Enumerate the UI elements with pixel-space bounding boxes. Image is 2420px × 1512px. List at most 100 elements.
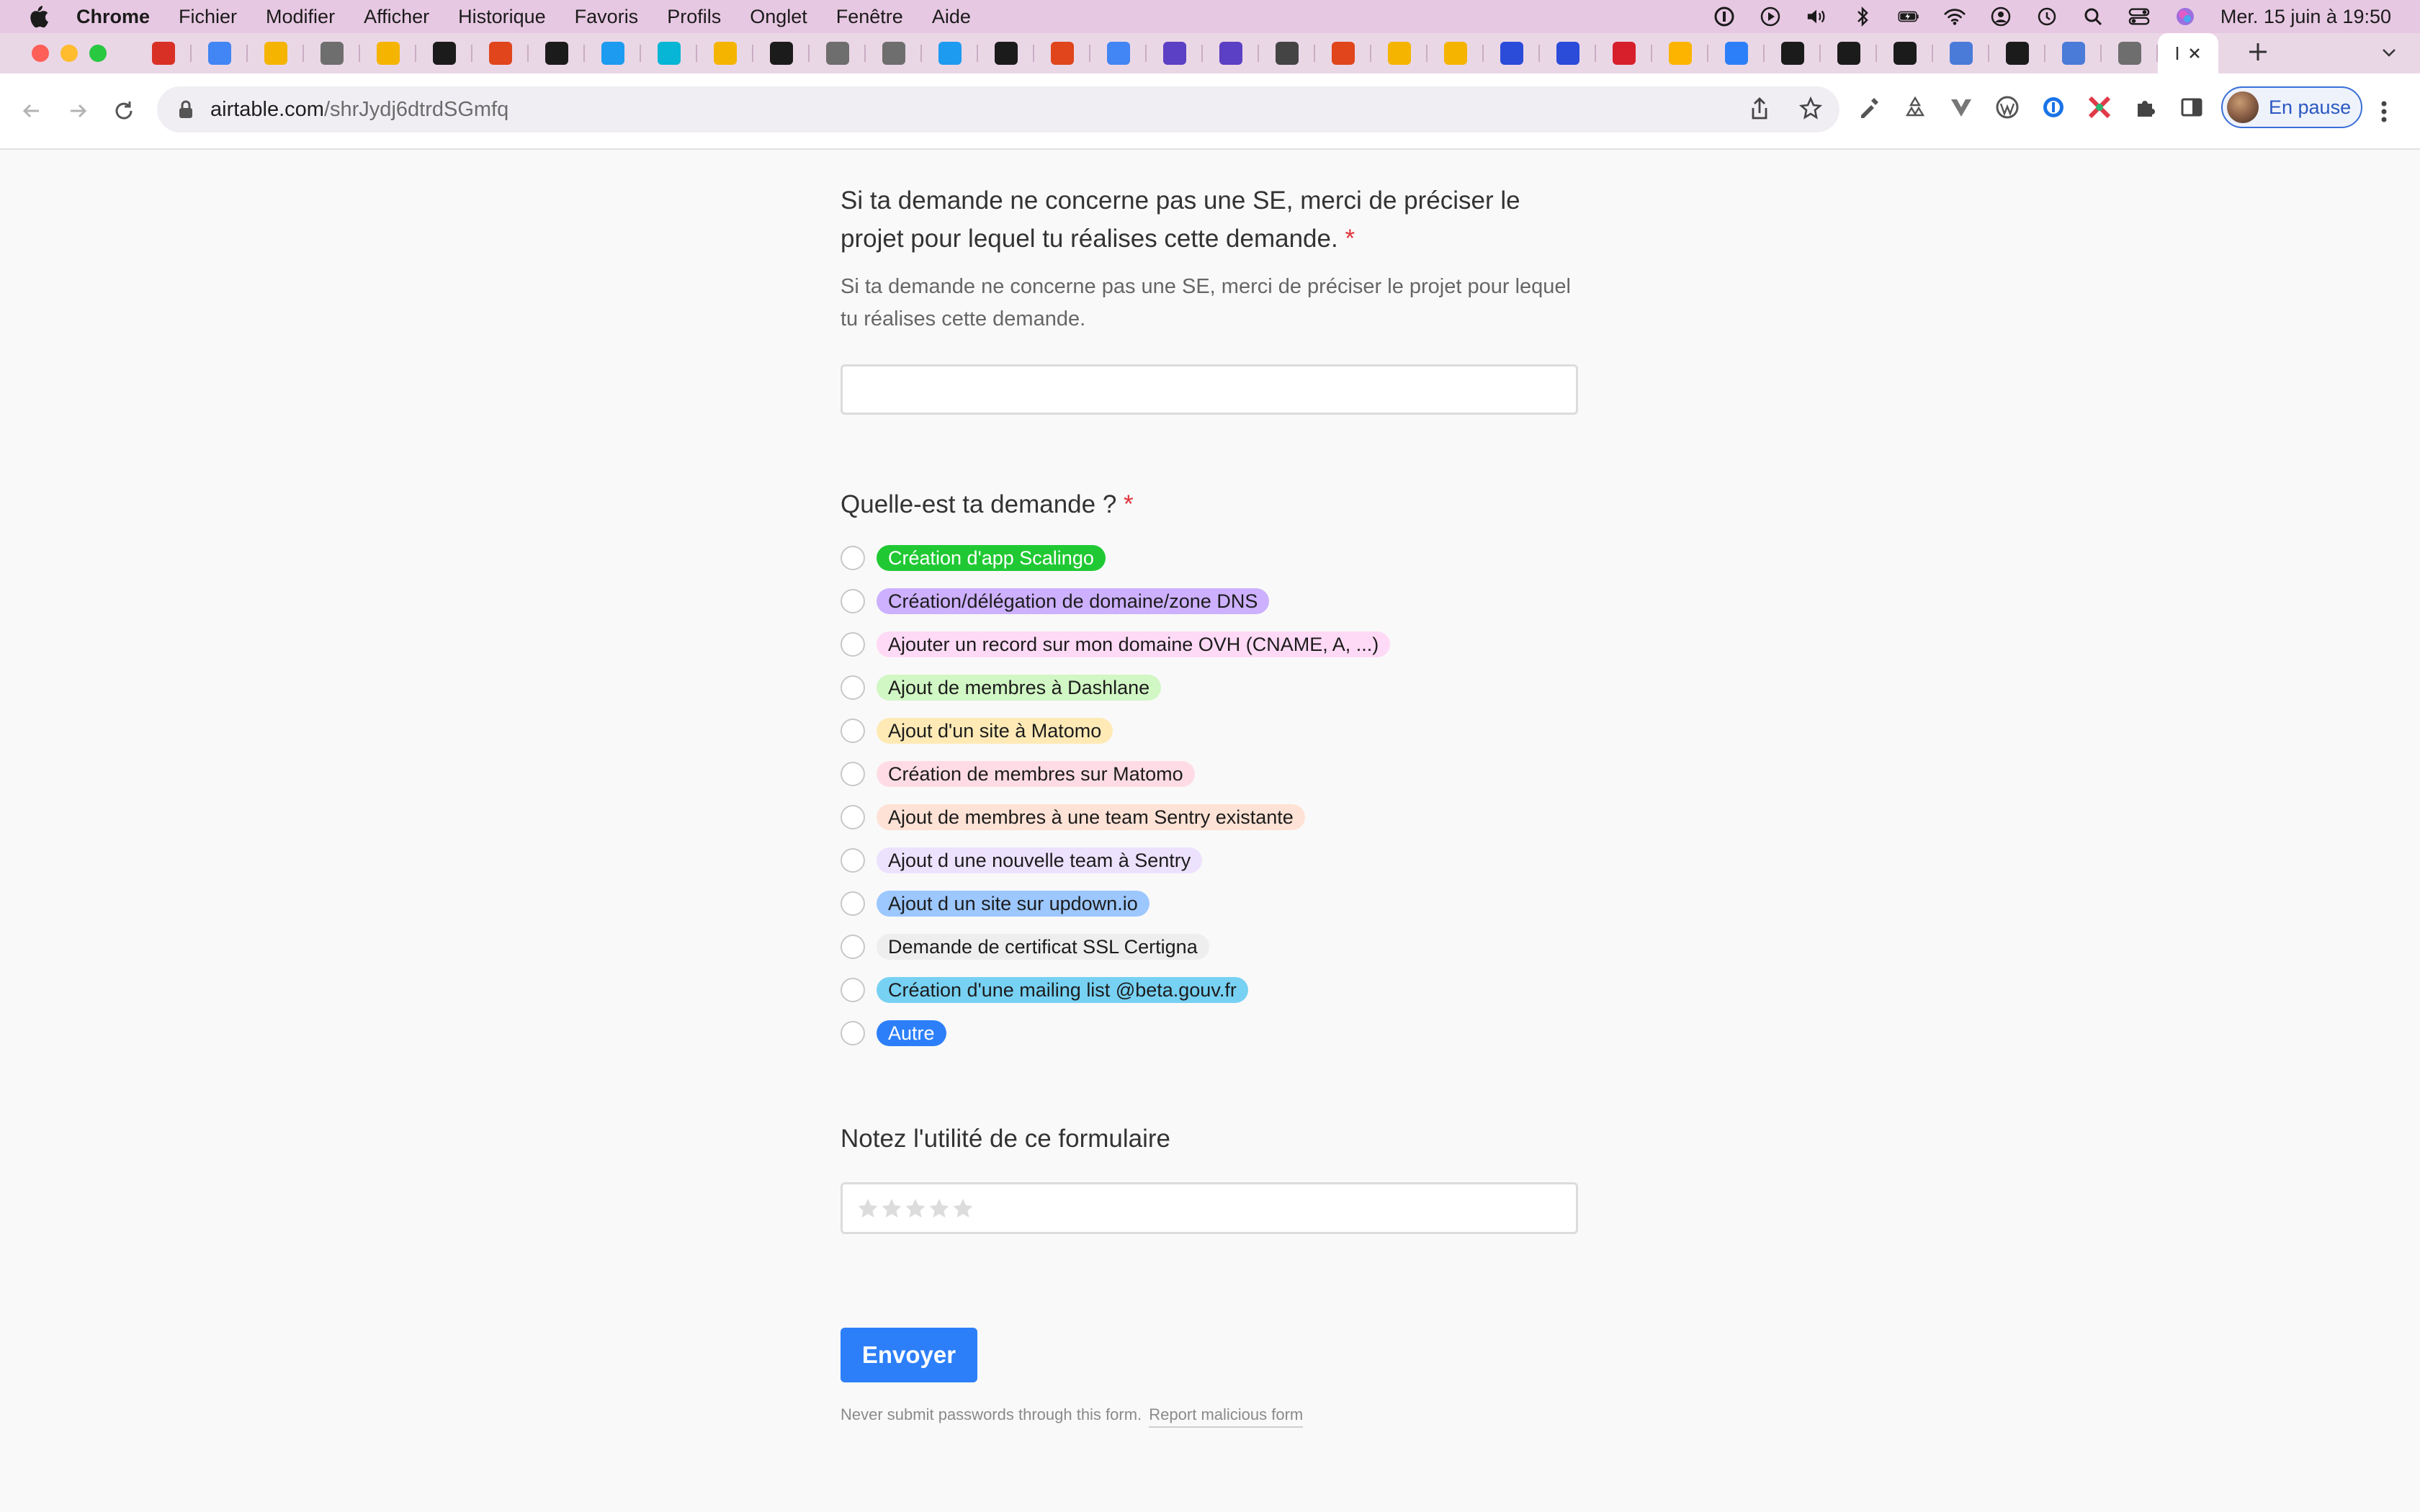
radio-button[interactable] bbox=[841, 719, 865, 743]
zoom-window-button[interactable] bbox=[89, 45, 107, 62]
address-bar[interactable]: airtable.com/shrJydj6dtrdSGmfq bbox=[157, 86, 1839, 132]
side-panel-icon[interactable] bbox=[2179, 95, 2204, 120]
volume-icon[interactable] bbox=[1806, 6, 1827, 27]
report-malicious-link[interactable]: Report malicious form bbox=[1149, 1405, 1304, 1428]
onepassword-status-icon[interactable] bbox=[1713, 6, 1735, 27]
control-center-icon[interactable] bbox=[2128, 6, 2150, 27]
request-option[interactable]: Ajout de membres à Dashlane bbox=[841, 666, 1578, 709]
pinned-tab[interactable] bbox=[1203, 33, 1259, 73]
pinned-tab[interactable] bbox=[1596, 33, 1652, 73]
pinned-tab[interactable] bbox=[1540, 33, 1596, 73]
star-icon[interactable] bbox=[928, 1197, 950, 1219]
option-label[interactable]: Création/délégation de domaine/zone DNS bbox=[877, 588, 1270, 614]
pinned-tab[interactable] bbox=[248, 33, 304, 73]
time-machine-icon[interactable] bbox=[2036, 6, 2058, 27]
option-label[interactable]: Autre bbox=[877, 1020, 946, 1046]
radio-button[interactable] bbox=[841, 546, 865, 570]
menu-onglet[interactable]: Onglet bbox=[750, 6, 807, 28]
pinned-tab[interactable] bbox=[472, 33, 529, 73]
option-label[interactable]: Ajout d une nouvelle team à Sentry bbox=[877, 847, 1203, 873]
radio-button[interactable] bbox=[841, 632, 865, 657]
option-label[interactable]: Ajout de membres à une team Sentry exist… bbox=[877, 804, 1305, 830]
option-label[interactable]: Demande de certificat SSL Certigna bbox=[877, 934, 1209, 960]
back-arrow-icon[interactable] bbox=[17, 96, 46, 125]
colorful-extension-icon[interactable] bbox=[2087, 95, 2112, 120]
pinned-tab[interactable] bbox=[304, 33, 360, 73]
pinned-tab[interactable] bbox=[1933, 33, 1989, 73]
request-option[interactable]: Ajout d un site sur updown.io bbox=[841, 882, 1578, 925]
star-icon[interactable] bbox=[905, 1197, 926, 1219]
option-label[interactable]: Ajout d'un site à Matomo bbox=[877, 718, 1113, 744]
request-option[interactable]: Création/délégation de domaine/zone DNS bbox=[841, 580, 1578, 623]
request-option[interactable]: Ajout d'un site à Matomo bbox=[841, 709, 1578, 752]
pinned-tab[interactable] bbox=[1090, 33, 1147, 73]
option-label[interactable]: Création de membres sur Matomo bbox=[877, 761, 1195, 787]
pinned-tab[interactable] bbox=[529, 33, 585, 73]
request-option[interactable]: Ajout d une nouvelle team à Sentry bbox=[841, 839, 1578, 882]
more-menu-icon[interactable] bbox=[2380, 99, 2388, 127]
lock-icon[interactable] bbox=[177, 99, 194, 120]
pinned-tab[interactable] bbox=[192, 33, 248, 73]
pinned-tab[interactable] bbox=[1371, 33, 1428, 73]
new-tab-button[interactable] bbox=[2247, 37, 2269, 70]
request-option[interactable]: Création de membres sur Matomo bbox=[841, 752, 1578, 796]
radio-button[interactable] bbox=[841, 675, 865, 700]
onepassword-extension-icon[interactable] bbox=[2041, 95, 2066, 120]
pinned-tab[interactable] bbox=[1484, 33, 1540, 73]
request-option[interactable]: Ajout de membres à une team Sentry exist… bbox=[841, 796, 1578, 839]
radio-button[interactable] bbox=[841, 762, 865, 786]
project-text-input[interactable] bbox=[841, 364, 1578, 415]
pinned-tab[interactable] bbox=[753, 33, 810, 73]
menu-aide[interactable]: Aide bbox=[932, 6, 971, 28]
search-icon[interactable] bbox=[2082, 6, 2104, 27]
pinned-tab[interactable] bbox=[978, 33, 1034, 73]
pinned-tab[interactable] bbox=[416, 33, 472, 73]
pinned-tab[interactable] bbox=[1652, 33, 1708, 73]
tab-search-chevron-icon[interactable] bbox=[2380, 43, 2398, 66]
battery-icon[interactable] bbox=[1898, 6, 1919, 27]
pinned-tab[interactable] bbox=[1147, 33, 1203, 73]
request-option[interactable]: Ajouter un record sur mon domaine OVH (C… bbox=[841, 623, 1578, 666]
menu-fenetre[interactable]: Fenêtre bbox=[836, 6, 903, 28]
play-icon[interactable] bbox=[1760, 6, 1781, 27]
pinned-tab[interactable] bbox=[641, 33, 697, 73]
recycle-extension-icon[interactable] bbox=[1903, 95, 1927, 120]
pinned-tab[interactable] bbox=[1765, 33, 1821, 73]
radio-button[interactable] bbox=[841, 589, 865, 613]
active-tab[interactable]: I bbox=[2158, 33, 2218, 73]
pinned-tab[interactable] bbox=[810, 33, 866, 73]
star-icon[interactable] bbox=[952, 1197, 974, 1219]
option-label[interactable]: Création d'app Scalingo bbox=[877, 545, 1106, 571]
radio-button[interactable] bbox=[841, 848, 865, 873]
option-label[interactable]: Ajout de membres à Dashlane bbox=[877, 675, 1162, 701]
forward-arrow-icon[interactable] bbox=[63, 96, 92, 125]
rating-field[interactable] bbox=[841, 1182, 1578, 1234]
pinned-tab[interactable] bbox=[1989, 33, 2045, 73]
eyedropper-extension-icon[interactable] bbox=[1857, 95, 1881, 120]
wifi-icon[interactable] bbox=[1944, 6, 1966, 27]
pinned-tab[interactable] bbox=[866, 33, 922, 73]
radio-button[interactable] bbox=[841, 1021, 865, 1045]
radio-button[interactable] bbox=[841, 978, 865, 1002]
siri-icon[interactable] bbox=[2174, 6, 2196, 27]
pinned-tab[interactable] bbox=[2102, 33, 2158, 73]
request-option[interactable]: Autre bbox=[841, 1012, 1578, 1055]
close-tab-icon[interactable] bbox=[2187, 46, 2202, 60]
request-option[interactable]: Demande de certificat SSL Certigna bbox=[841, 925, 1578, 968]
star-icon[interactable] bbox=[881, 1197, 902, 1219]
option-label[interactable]: Création d'une mailing list @beta.gouv.f… bbox=[877, 977, 1248, 1003]
puzzle-extensions-icon[interactable] bbox=[2133, 95, 2158, 120]
menu-modifier[interactable]: Modifier bbox=[266, 6, 335, 28]
menubar-datetime[interactable]: Mer. 15 juin à 19:50 bbox=[2220, 6, 2391, 28]
apple-icon[interactable] bbox=[29, 6, 50, 28]
radio-button[interactable] bbox=[841, 805, 865, 829]
pinned-tab[interactable] bbox=[1821, 33, 1877, 73]
pinned-tab[interactable] bbox=[1428, 33, 1484, 73]
minimize-window-button[interactable] bbox=[60, 45, 78, 62]
pinned-tab[interactable] bbox=[922, 33, 978, 73]
pinned-tab[interactable] bbox=[1034, 33, 1090, 73]
menu-favoris[interactable]: Favoris bbox=[575, 6, 639, 28]
pinned-tab[interactable] bbox=[1877, 33, 1933, 73]
menu-app-name[interactable]: Chrome bbox=[76, 6, 150, 28]
request-option[interactable]: Création d'une mailing list @beta.gouv.f… bbox=[841, 968, 1578, 1012]
